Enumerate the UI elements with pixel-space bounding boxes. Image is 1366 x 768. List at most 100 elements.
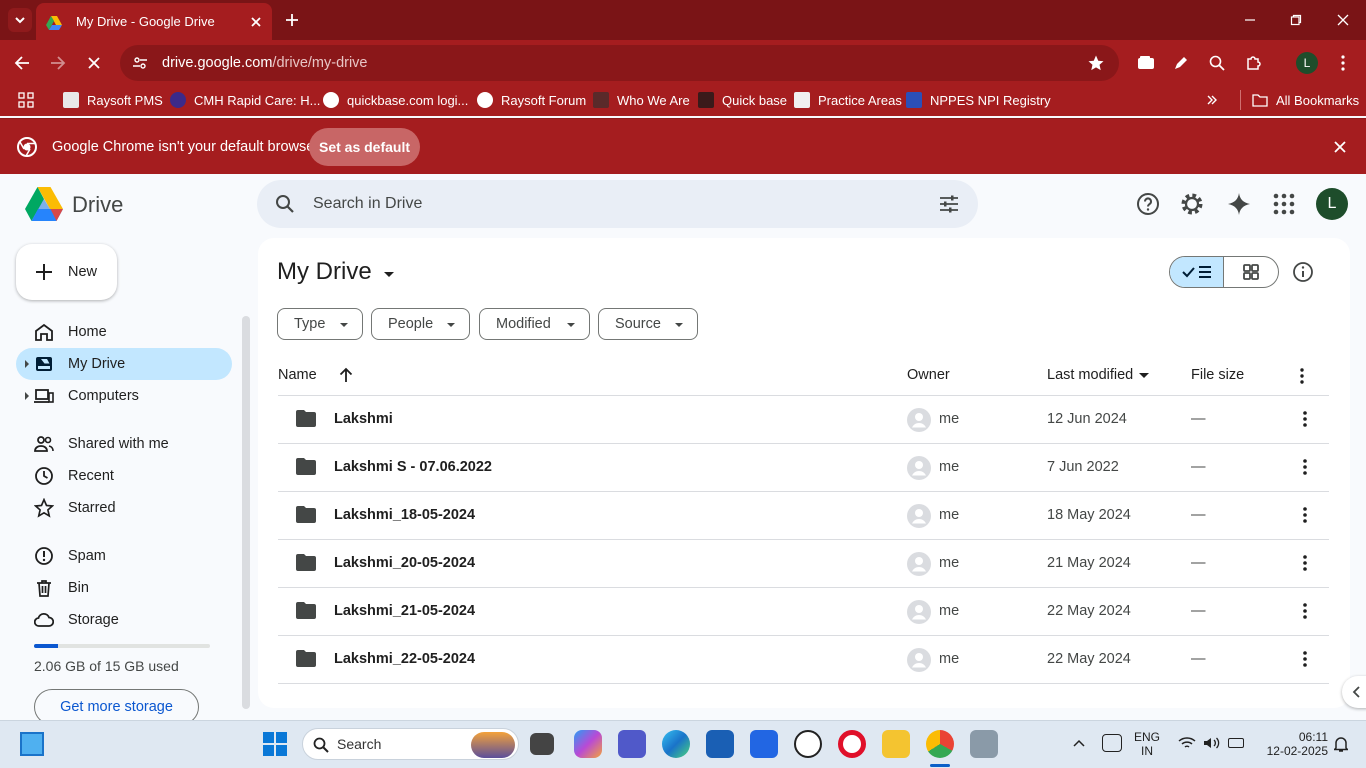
sidebar-item-bin[interactable]: Bin (16, 572, 232, 604)
copilot-icon[interactable] (574, 730, 602, 758)
file-name[interactable]: Lakshmi_20-05-2024 (334, 555, 475, 571)
new-tab-button[interactable] (280, 8, 304, 32)
back-button[interactable] (10, 51, 34, 75)
filter-source[interactable]: Source (598, 308, 698, 340)
language-indicator[interactable]: ENG IN (1134, 730, 1160, 758)
bookmark-who-we-are[interactable]: Who We Are (593, 86, 690, 114)
settings-button[interactable] (1180, 192, 1204, 216)
extension-wallet-button[interactable] (1135, 52, 1157, 74)
new-button[interactable]: New (16, 244, 117, 300)
sidebar-item-home[interactable]: Home (16, 316, 232, 348)
minimize-button[interactable] (1238, 8, 1262, 32)
file-name[interactable]: Lakshmi_22-05-2024 (334, 651, 475, 667)
zoom-button[interactable] (1206, 52, 1228, 74)
table-row[interactable]: Lakshmi S - 07.06.2022 me 7 Jun 2022 — (278, 444, 1329, 491)
bookmark-raysoft-forum[interactable]: Raysoft Forum (477, 86, 586, 114)
apps-button[interactable] (16, 90, 36, 110)
table-row[interactable]: Lakshmi_20-05-2024 me 21 May 2024 — (278, 540, 1329, 587)
tab-search-button[interactable] (8, 8, 32, 32)
power-automate-icon[interactable] (750, 730, 778, 758)
bookmark-nppes-npi-registry[interactable]: NPPES NPI Registry (906, 86, 1051, 114)
gemini-button[interactable] (1227, 192, 1251, 216)
view-toggle[interactable] (1169, 256, 1279, 288)
extension-pen-button[interactable] (1170, 52, 1192, 74)
wifi-icon[interactable] (1178, 736, 1196, 750)
bookmark-raysoft-pms[interactable]: Raysoft PMS (63, 86, 163, 114)
all-bookmarks-button[interactable]: All Bookmarks (1252, 86, 1359, 114)
close-window-button[interactable] (1331, 8, 1355, 32)
more-vertical-icon[interactable] (1294, 649, 1316, 669)
site-info-icon[interactable] (132, 55, 148, 71)
expand-caret-icon[interactable] (25, 392, 29, 400)
file-name[interactable]: Lakshmi (334, 411, 393, 427)
edge-icon[interactable] (662, 730, 690, 758)
details-button[interactable] (1292, 261, 1314, 283)
bookmark-quick-base[interactable]: Quick base (698, 86, 787, 114)
bookmark-cmh-rapid-care[interactable]: CMH Rapid Care: H... (170, 86, 320, 114)
sort-arrow-up-icon[interactable] (339, 367, 353, 383)
forward-button[interactable] (46, 51, 70, 75)
dismiss-infobar-button[interactable] (1330, 137, 1350, 157)
browser-tab[interactable]: My Drive - Google Drive (36, 3, 272, 40)
opera-icon[interactable] (838, 730, 866, 758)
sidebar-item-my-drive[interactable]: My Drive (16, 348, 232, 380)
show-hidden-icons-button[interactable] (1073, 738, 1085, 748)
widgets-icon[interactable] (20, 732, 44, 756)
dell-icon[interactable] (794, 730, 822, 758)
filter-modified[interactable]: Modified (479, 308, 590, 340)
app-icon[interactable] (970, 730, 998, 758)
search-options-icon[interactable] (939, 195, 959, 213)
column-header-owner[interactable]: Owner (907, 367, 950, 383)
side-panel-toggle[interactable] (1342, 676, 1366, 708)
column-header-name[interactable]: Name (278, 367, 353, 383)
file-explorer-icon[interactable] (882, 730, 910, 758)
sidebar-item-spam[interactable]: Spam (16, 540, 232, 572)
file-name[interactable]: Lakshmi_21-05-2024 (334, 603, 475, 619)
table-row[interactable]: Lakshmi_21-05-2024 me 22 May 2024 — (278, 588, 1329, 635)
more-vertical-icon[interactable] (1294, 505, 1316, 525)
column-header-file-size[interactable]: File size (1191, 367, 1244, 383)
filter-people[interactable]: People (371, 308, 470, 340)
table-row[interactable]: Lakshmi_22-05-2024 me 22 May 2024 — (278, 636, 1329, 683)
more-vertical-icon[interactable] (1294, 409, 1316, 429)
teams-icon[interactable] (618, 730, 646, 758)
more-vertical-icon[interactable] (1294, 601, 1316, 621)
address-bar[interactable]: drive.google.com/drive/my-drive (120, 45, 1119, 81)
notifications-icon[interactable] (1334, 736, 1348, 752)
drive-logo-icon[interactable] (25, 187, 63, 221)
sidebar-scrollbar[interactable] (242, 316, 250, 709)
drive-app-name[interactable]: Drive (72, 192, 123, 218)
sidebar-item-recent[interactable]: Recent (16, 460, 232, 492)
sidebar-item-storage[interactable]: Storage (16, 604, 232, 636)
expand-caret-icon[interactable] (25, 360, 29, 368)
list-view-button[interactable] (1170, 257, 1225, 287)
bookmark-quickbase-login[interactable]: quickbase.com logi... (323, 86, 468, 114)
more-vertical-icon[interactable] (1294, 457, 1316, 477)
volume-icon[interactable] (1203, 736, 1221, 750)
chrome-menu-button[interactable] (1333, 52, 1353, 74)
grid-view-button[interactable] (1224, 257, 1278, 287)
bookmark-star-button[interactable] (1085, 52, 1107, 74)
drive-search-input[interactable]: Search in Drive (257, 180, 978, 228)
restore-button[interactable] (1284, 8, 1308, 32)
more-vertical-icon[interactable] (1294, 553, 1316, 573)
close-tab-icon[interactable] (250, 16, 262, 28)
windows-start-button[interactable] (263, 732, 287, 756)
bookmark-practice-areas[interactable]: Practice Areas (794, 86, 902, 114)
table-row[interactable]: Lakshmi_18-05-2024 me 18 May 2024 — (278, 492, 1329, 539)
column-header-last-modified[interactable]: Last modified (1047, 367, 1150, 383)
sync-icon[interactable] (1102, 734, 1122, 752)
help-button[interactable] (1136, 192, 1160, 216)
profile-avatar[interactable]: L (1296, 52, 1318, 74)
google-apps-button[interactable] (1273, 193, 1295, 215)
account-avatar[interactable]: L (1316, 188, 1348, 220)
file-name[interactable]: Lakshmi_18-05-2024 (334, 507, 475, 523)
page-title-dropdown[interactable]: My Drive (277, 258, 394, 286)
sidebar-item-shared-with-me[interactable]: Shared with me (16, 428, 232, 460)
clock[interactable]: 06:11 12-02-2025 (1258, 730, 1328, 758)
more-bookmarks-button[interactable] (1202, 90, 1222, 110)
column-options-button[interactable] (1300, 368, 1304, 384)
battery-icon[interactable] (1228, 738, 1244, 748)
sidebar-item-computers[interactable]: Computers (16, 380, 232, 412)
filter-type[interactable]: Type (277, 308, 363, 340)
